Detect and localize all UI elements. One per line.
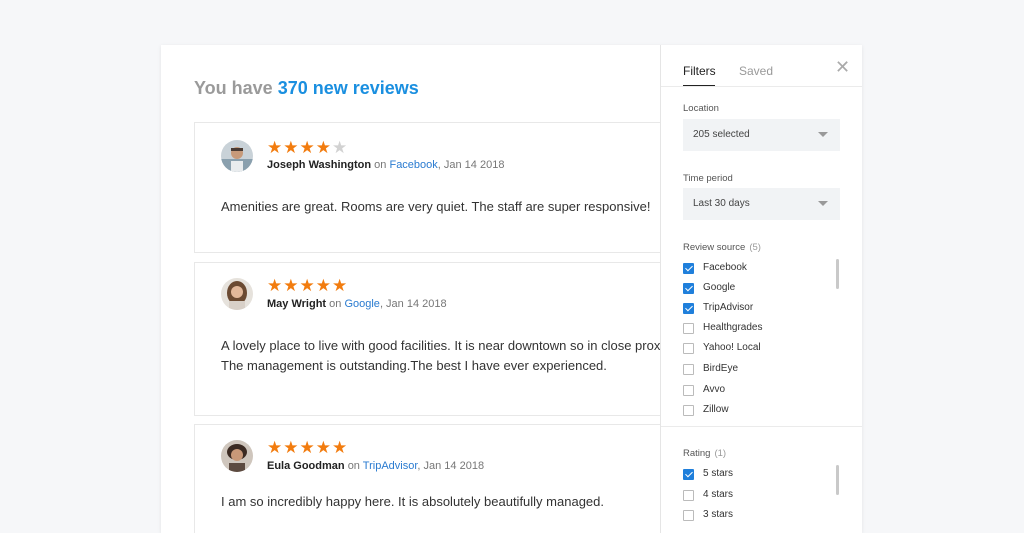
checkbox-empty-icon[interactable] xyxy=(683,405,694,416)
checkbox-label: 4 stars xyxy=(703,489,734,500)
page-title: You have 370 new reviews xyxy=(194,78,419,99)
on-label: on xyxy=(329,298,342,310)
time-period-label: Time period xyxy=(683,173,733,184)
reviewer-name: Eula Goodman xyxy=(267,460,345,472)
reviews-panel: You have 370 new reviews ★★★★★ Joseph Wa… xyxy=(161,45,862,533)
star-icon: ★ xyxy=(315,276,332,295)
reviewer-name: Joseph Washington xyxy=(267,159,372,171)
star-icon: ★ xyxy=(299,438,316,457)
star-icon: ★ xyxy=(299,138,316,157)
reviewer-name: May Wright xyxy=(267,298,327,310)
checkbox-label: Yahoo! Local xyxy=(703,342,761,353)
checkbox-checked-icon[interactable] xyxy=(683,303,694,314)
checkbox-label: 3 stars xyxy=(703,509,734,520)
chevron-down-icon xyxy=(818,132,828,137)
star-icon: ★ xyxy=(267,438,284,457)
review-date: , Jan 14 2018 xyxy=(437,159,505,171)
close-icon[interactable]: ✕ xyxy=(835,57,850,78)
avatar xyxy=(221,278,253,310)
review-source-count: (5) xyxy=(749,242,761,253)
checkbox-label: BirdEye xyxy=(703,363,739,374)
review-source-link[interactable]: Google xyxy=(344,298,379,310)
avatar xyxy=(221,440,253,472)
review-meta: Eula Goodman on TripAdvisor, Jan 14 2018 xyxy=(267,460,484,472)
review-text: Amenities are great. Rooms are very quie… xyxy=(221,197,650,217)
tab-filters[interactable]: Filters xyxy=(683,64,716,78)
checkbox-label: Avvo xyxy=(703,384,726,395)
review-text: I am so incredibly happy here. It is abs… xyxy=(221,492,604,512)
checkbox-empty-icon[interactable] xyxy=(683,385,694,396)
filter-sidebar: Filters Saved ✕ Location 205 selected Ti… xyxy=(660,45,862,533)
star-icon: ★ xyxy=(267,276,284,295)
checkbox-empty-icon[interactable] xyxy=(683,323,694,334)
reviews-main: You have 370 new reviews ★★★★★ Joseph Wa… xyxy=(161,45,660,533)
review-source-link[interactable]: Facebook xyxy=(389,159,437,171)
time-period-value: Last 30 days xyxy=(693,198,750,209)
checkbox-checked-icon[interactable] xyxy=(683,283,694,294)
star-icon: ★ xyxy=(267,138,284,157)
checkbox-empty-icon[interactable] xyxy=(683,364,694,375)
checkbox-empty-icon[interactable] xyxy=(683,343,694,354)
star-rating: ★★★★★ xyxy=(267,139,348,156)
star-icon: ★ xyxy=(315,438,332,457)
review-source-title: Review source xyxy=(683,242,746,253)
review-date: , Jan 14 2018 xyxy=(417,460,485,472)
star-icon: ★ xyxy=(283,438,300,457)
divider xyxy=(661,426,862,427)
rating-title: Rating xyxy=(683,448,711,459)
on-label: on xyxy=(347,460,360,472)
star-icon: ★ xyxy=(299,276,316,295)
title-prefix: You have xyxy=(194,78,273,98)
star-rating: ★★★★★ xyxy=(267,277,348,294)
review-card[interactable]: ★★★★★ Joseph Washington on Facebook, Jan… xyxy=(194,122,660,253)
review-source-label: Review source (5) xyxy=(683,242,761,253)
review-card[interactable]: ★★★★★ Eula Goodman on TripAdvisor, Jan 1… xyxy=(194,424,660,533)
rating-label: Rating (1) xyxy=(683,448,726,459)
rating-scrollbar[interactable] xyxy=(836,465,839,495)
star-icon: ★ xyxy=(332,276,349,295)
star-icon: ★ xyxy=(283,276,300,295)
review-text-line: A lovely place to live with good facilit… xyxy=(221,338,660,353)
divider xyxy=(661,86,862,87)
checkbox-checked-icon[interactable] xyxy=(683,263,694,274)
chevron-down-icon xyxy=(818,201,828,206)
checkbox-checked-icon[interactable] xyxy=(683,469,694,480)
checkbox-label: Zillow xyxy=(703,404,729,415)
location-value: 205 selected xyxy=(693,129,750,140)
review-date: , Jan 14 2018 xyxy=(379,298,447,310)
review-source-link[interactable]: TripAdvisor xyxy=(363,460,418,472)
review-source-scrollbar[interactable] xyxy=(836,259,839,289)
review-text-line: The management is outstanding.The best I… xyxy=(221,358,607,373)
review-card[interactable]: ★★★★★ May Wright on Google, Jan 14 2018 … xyxy=(194,262,660,416)
location-label: Location xyxy=(683,103,719,114)
star-icon: ★ xyxy=(315,138,332,157)
checkbox-empty-icon[interactable] xyxy=(683,490,694,501)
location-select[interactable]: 205 selected xyxy=(683,119,840,151)
star-empty-icon: ★ xyxy=(332,138,349,157)
review-meta: May Wright on Google, Jan 14 2018 xyxy=(267,298,447,310)
tab-saved[interactable]: Saved xyxy=(739,64,773,78)
on-label: on xyxy=(374,159,387,171)
review-meta: Joseph Washington on Facebook, Jan 14 20… xyxy=(267,159,504,171)
checkbox-label: TripAdvisor xyxy=(703,302,754,313)
review-text: A lovely place to live with good facilit… xyxy=(221,336,660,376)
avatar xyxy=(221,140,253,172)
checkbox-label: Google xyxy=(703,282,736,293)
rating-count: (1) xyxy=(714,448,727,459)
time-period-select[interactable]: Last 30 days xyxy=(683,188,840,220)
review-text-line: Amenities are great. Rooms are very quie… xyxy=(221,199,651,214)
review-text-line: I am so incredibly happy here. It is abs… xyxy=(221,494,604,509)
star-icon: ★ xyxy=(332,438,349,457)
checkbox-empty-icon[interactable] xyxy=(683,510,694,521)
checkbox-label: Healthgrades xyxy=(703,322,763,333)
star-rating: ★★★★★ xyxy=(267,439,348,456)
checkbox-label: 5 stars xyxy=(703,468,734,479)
review-count: 370 new reviews xyxy=(277,78,419,98)
star-icon: ★ xyxy=(283,138,300,157)
checkbox-label: Facebook xyxy=(703,262,747,273)
